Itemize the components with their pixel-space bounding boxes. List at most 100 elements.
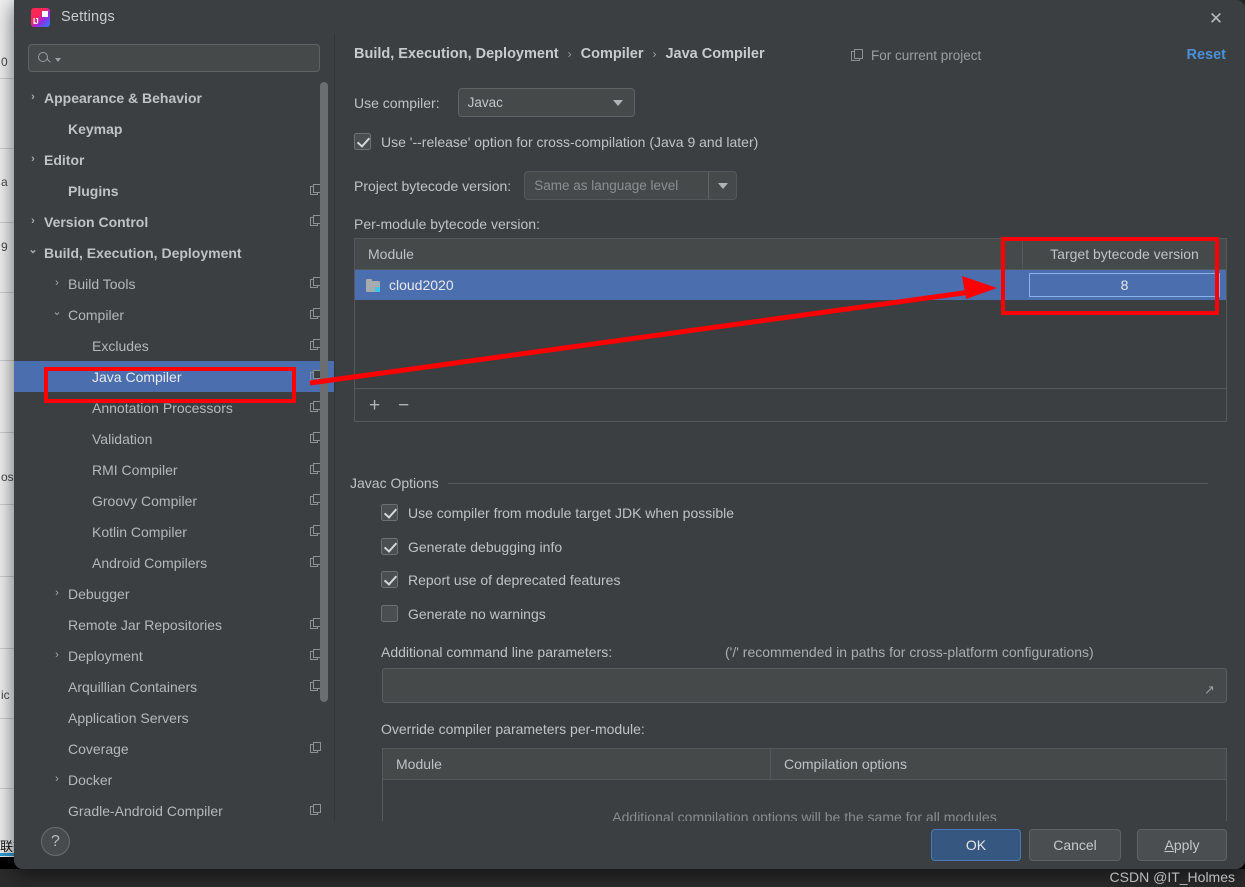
chevron-right-icon[interactable]: › bbox=[26, 154, 40, 165]
sidebar-item-label: Deployment bbox=[68, 647, 143, 664]
sidebar-item-label: Build, Execution, Deployment bbox=[44, 244, 242, 261]
generate-no-warnings-checkbox[interactable] bbox=[381, 605, 398, 622]
settings-tree: › Appearance & Behavior Keymap › Editor Plugi… bbox=[14, 82, 334, 821]
background-label-os: os bbox=[1, 470, 14, 484]
sidebar-item-docker[interactable]: › Docker bbox=[14, 764, 334, 795]
copy-icon bbox=[851, 49, 864, 62]
sidebar-item-arquillian-containers[interactable]: Arquillian Containers bbox=[14, 671, 334, 702]
sidebar-item-coverage[interactable]: Coverage bbox=[14, 733, 334, 764]
column-header-compilation-options[interactable]: Compilation options bbox=[771, 749, 1226, 779]
sidebar-item-application-servers[interactable]: Application Servers bbox=[14, 702, 334, 733]
module-folder-icon bbox=[366, 278, 381, 292]
chevron-right-icon[interactable]: › bbox=[26, 92, 40, 103]
sidebar-scrollbar-thumb[interactable] bbox=[320, 82, 328, 702]
sidebar-item-debugger[interactable]: › Debugger bbox=[14, 578, 334, 609]
watermark: CSDN @IT_Holmes bbox=[1109, 869, 1235, 885]
override-params-label: Override compiler parameters per-module: bbox=[381, 721, 645, 737]
sidebar-item-plugins[interactable]: Plugins bbox=[14, 175, 334, 206]
sidebar-item-rmi-compiler[interactable]: RMI Compiler bbox=[14, 454, 334, 485]
column-header-module[interactable]: Module bbox=[383, 749, 771, 779]
chevron-right-icon[interactable]: › bbox=[50, 774, 64, 785]
sidebar-item-label: Debugger bbox=[68, 585, 130, 602]
sidebar-item-gradle-android-compiler[interactable]: Gradle-Android Compiler bbox=[14, 795, 334, 821]
table-row[interactable]: cloud2020 8 bbox=[355, 270, 1226, 300]
additional-params-hint: ('/' recommended in paths for cross-plat… bbox=[725, 644, 1094, 660]
column-header-module[interactable]: Module bbox=[355, 239, 1023, 269]
sidebar-item-appearance-behavior[interactable]: › Appearance & Behavior bbox=[14, 82, 334, 113]
help-button[interactable]: ? bbox=[41, 827, 70, 856]
sidebar-item-java-compiler[interactable]: Java Compiler bbox=[14, 361, 334, 392]
generate-debugging-info-label: Generate debugging info bbox=[408, 538, 563, 555]
use-compiler-dropdown[interactable]: Javac bbox=[457, 88, 635, 117]
sidebar-item-label: Arquillian Containers bbox=[68, 678, 198, 695]
breadcrumb-separator: › bbox=[567, 47, 572, 61]
javac-checkbox-row-0[interactable]: Use compiler from module target JDK when… bbox=[381, 504, 734, 521]
javac-checkbox-row-1[interactable]: Generate debugging info bbox=[381, 538, 562, 555]
sidebar-item-keymap[interactable]: Keymap bbox=[14, 113, 334, 144]
use-compiler-label: Use compiler: bbox=[354, 94, 440, 111]
close-icon[interactable]: ✕ bbox=[1205, 7, 1227, 29]
search-container bbox=[14, 34, 334, 72]
javac-options-title: Javac Options bbox=[350, 475, 439, 491]
dialog-titlebar: Settings ✕ bbox=[14, 0, 1245, 34]
target-bytecode-input[interactable]: 8 bbox=[1029, 273, 1220, 297]
per-module-bytecode-table: Module Target bytecode version cloud2020… bbox=[354, 238, 1227, 422]
settings-main-panel: Build, Execution, Deployment › Compiler … bbox=[335, 34, 1245, 855]
target-bytecode-cell[interactable]: 8 bbox=[1023, 270, 1226, 300]
javac-checkbox-row-2[interactable]: Report use of deprecated features bbox=[381, 571, 620, 588]
sidebar-item-deployment[interactable]: › Deployment bbox=[14, 640, 334, 671]
sidebar-item-compiler[interactable]: ⌄ Compiler bbox=[14, 299, 334, 330]
project-bytecode-value: Same as language level bbox=[534, 178, 679, 193]
sidebar-item-label: Android Compilers bbox=[92, 554, 208, 571]
ok-button[interactable]: OK bbox=[931, 829, 1021, 861]
chevron-right-icon[interactable]: › bbox=[50, 588, 64, 599]
apply-rest: pply bbox=[1173, 837, 1200, 853]
expand-icon[interactable]: ↗ bbox=[1204, 683, 1218, 697]
use-compiler-row: Use compiler: Javac bbox=[354, 88, 635, 117]
remove-module-button[interactable]: − bbox=[398, 396, 409, 415]
sidebar-item-label: Docker bbox=[68, 771, 113, 788]
module-cell[interactable]: cloud2020 bbox=[355, 270, 1023, 300]
background-label-9: 9 bbox=[1, 240, 8, 254]
scope-label: For current project bbox=[871, 48, 982, 63]
chevron-down-icon[interactable]: ⌄ bbox=[26, 244, 40, 256]
javac-checkbox-row-3[interactable]: Generate no warnings bbox=[381, 605, 546, 622]
release-option-checkbox[interactable] bbox=[354, 133, 371, 150]
release-option-checkbox-row[interactable]: Use '--release' option for cross-compila… bbox=[354, 133, 758, 150]
apply-button[interactable]: Apply bbox=[1137, 829, 1227, 861]
chevron-down-icon[interactable]: ⌄ bbox=[50, 306, 64, 318]
additional-params-input[interactable]: ↗ bbox=[382, 668, 1227, 703]
sidebar-item-kotlin-compiler[interactable]: Kotlin Compiler bbox=[14, 516, 334, 547]
sidebar-item-android-compilers[interactable]: Android Compilers bbox=[14, 547, 334, 578]
search-input[interactable] bbox=[61, 50, 319, 66]
sidebar-item-label: RMI Compiler bbox=[92, 461, 178, 478]
sidebar-item-version-control[interactable]: › Version Control bbox=[14, 206, 334, 237]
breadcrumb-item-0[interactable]: Build, Execution, Deployment bbox=[354, 46, 559, 62]
reset-link[interactable]: Reset bbox=[1187, 47, 1227, 63]
use-module-jdk-checkbox[interactable] bbox=[381, 504, 398, 521]
sidebar-item-annotation-processors[interactable]: Annotation Processors bbox=[14, 392, 334, 423]
sidebar-item-label: Compiler bbox=[68, 306, 125, 323]
chevron-right-icon[interactable]: › bbox=[50, 278, 64, 289]
sidebar-item-excludes[interactable]: Excludes bbox=[14, 330, 334, 361]
sidebar-item-build-tools[interactable]: › Build Tools bbox=[14, 268, 334, 299]
sidebar-scrollbar-track[interactable] bbox=[320, 82, 331, 782]
per-module-label: Per-module bytecode version: bbox=[354, 216, 540, 232]
project-bytecode-dropdown[interactable]: Same as language level bbox=[524, 171, 738, 200]
sidebar-item-validation[interactable]: Validation bbox=[14, 423, 334, 454]
sidebar-item-remote-jar-repositories[interactable]: Remote Jar Repositories bbox=[14, 609, 334, 640]
generate-debugging-info-checkbox[interactable] bbox=[381, 538, 398, 555]
column-header-target-bytecode[interactable]: Target bytecode version bbox=[1023, 239, 1226, 269]
add-module-button[interactable]: + bbox=[369, 396, 380, 415]
breadcrumb-item-1[interactable]: Compiler bbox=[581, 46, 644, 62]
chevron-right-icon[interactable]: › bbox=[26, 216, 40, 227]
cancel-button[interactable]: Cancel bbox=[1029, 829, 1121, 861]
table-toolbar: + − bbox=[355, 388, 1226, 421]
sidebar-item-label: Gradle-Android Compiler bbox=[68, 802, 223, 819]
chevron-right-icon[interactable]: › bbox=[50, 650, 64, 661]
report-deprecated-checkbox[interactable] bbox=[381, 571, 398, 588]
sidebar-item-groovy-compiler[interactable]: Groovy Compiler bbox=[14, 485, 334, 516]
sidebar-item-editor[interactable]: › Editor bbox=[14, 144, 334, 175]
sidebar-item-build-execution-deployment[interactable]: ⌄ Build, Execution, Deployment bbox=[14, 237, 334, 268]
search-box[interactable] bbox=[28, 44, 320, 72]
